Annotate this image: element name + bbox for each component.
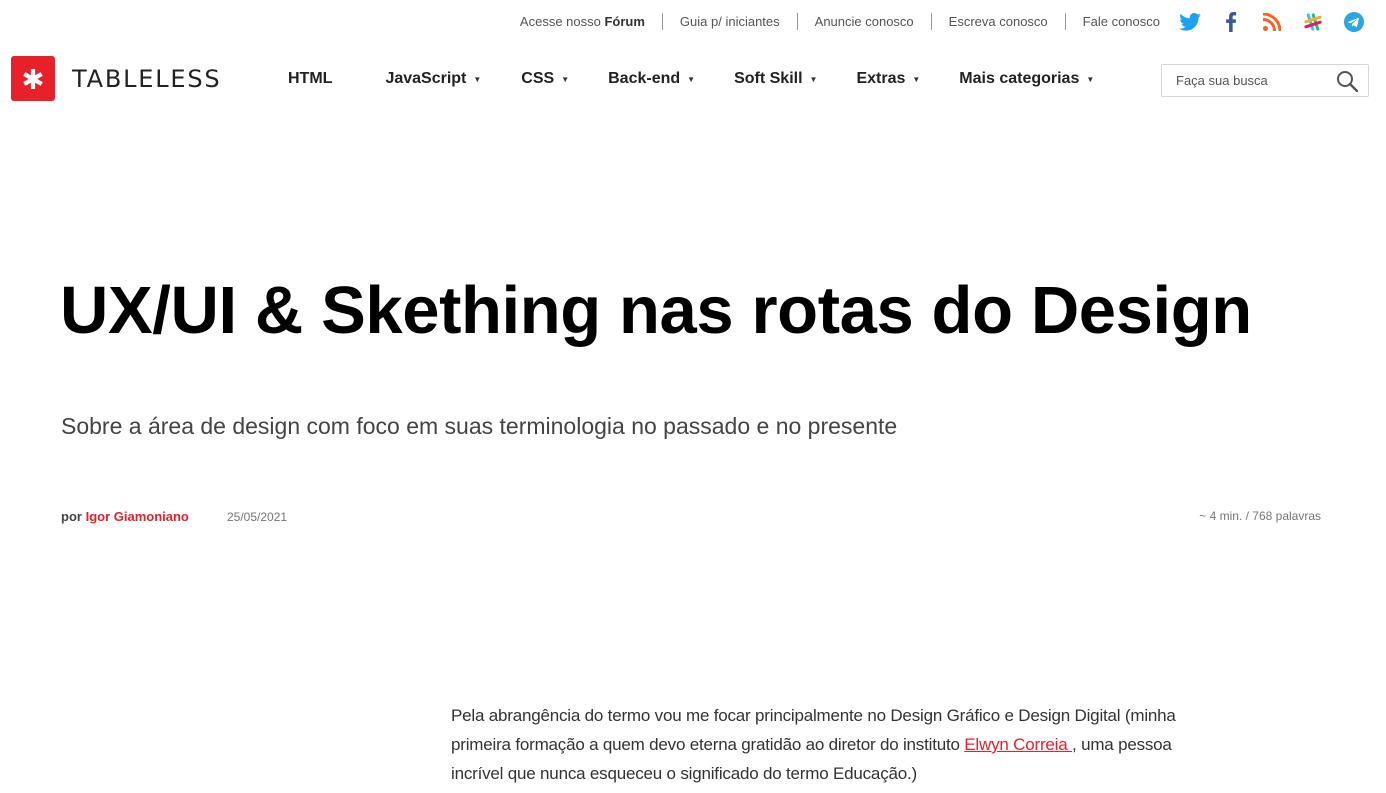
nav-item-label: JavaScript bbox=[385, 70, 467, 87]
reading-time: ~ 4 min. / 768 palavras bbox=[1199, 509, 1321, 523]
logo-text: TABLELESS bbox=[72, 64, 222, 93]
nav-item-javascript[interactable]: JavaScript ▼ bbox=[385, 70, 481, 88]
telegram-icon[interactable] bbox=[1342, 10, 1366, 34]
nav-item-label: Back-end bbox=[608, 70, 681, 87]
article-meta: por Igor Giamoniano 25/05/2021 ~ 4 min. … bbox=[61, 509, 1321, 527]
author-byline: por Igor Giamoniano bbox=[61, 509, 189, 524]
rss-icon[interactable] bbox=[1260, 10, 1284, 34]
search-input[interactable] bbox=[1162, 65, 1332, 96]
caret-down-icon: ▼ bbox=[473, 74, 482, 84]
advertise-link[interactable]: Anuncie conosco bbox=[796, 13, 931, 30]
facebook-icon[interactable] bbox=[1219, 10, 1243, 34]
elwyn-correia-link[interactable]: Elwyn Correia bbox=[964, 735, 1072, 754]
nav-item-css[interactable]: CSS ▼ bbox=[521, 70, 569, 88]
main-nav: HTML JavaScript ▼ CSS ▼ Back-end ▼ Soft Ski… bbox=[288, 56, 1094, 102]
search-box bbox=[1161, 64, 1369, 97]
forum-link[interactable]: Acesse nosso Fórum bbox=[503, 13, 662, 30]
nav-item-more-categories[interactable]: Mais categorias ▼ bbox=[959, 70, 1094, 88]
caret-down-icon: ▼ bbox=[809, 74, 818, 84]
social-icons bbox=[1178, 10, 1366, 34]
write-for-us-link[interactable]: Escreva conosco bbox=[930, 13, 1065, 30]
caret-down-icon: ▼ bbox=[561, 74, 570, 84]
asterisk-logo-icon bbox=[11, 56, 55, 101]
nav-item-label: HTML bbox=[288, 70, 333, 87]
contact-link[interactable]: Fale conosco bbox=[1064, 13, 1160, 30]
nav-item-extras[interactable]: Extras ▼ bbox=[856, 70, 920, 88]
nav-item-label: CSS bbox=[521, 70, 555, 87]
nav-item-back-end[interactable]: Back-end ▼ bbox=[608, 70, 695, 88]
caret-down-icon: ▼ bbox=[1086, 74, 1095, 84]
nav-item-label: Soft Skill bbox=[734, 70, 803, 87]
forum-link-strong: Fórum bbox=[604, 14, 645, 29]
site-logo[interactable]: TABLELESS bbox=[11, 56, 221, 101]
nav-item-soft-skill[interactable]: Soft Skill ▼ bbox=[734, 70, 817, 88]
article-subtitle: Sobre a área de design com foco em suas … bbox=[61, 413, 898, 439]
top-utility-bar: Acesse nosso Fórum Guia p/ iniciantes An… bbox=[0, 0, 1386, 42]
forum-link-prefix: Acesse nosso bbox=[519, 14, 605, 29]
caret-down-icon: ▼ bbox=[687, 74, 696, 84]
site-header: TABLELESS HTML JavaScript ▼ CSS ▼ Back-end… bbox=[0, 56, 1386, 102]
author-link[interactable]: Igor Giamoniano bbox=[86, 509, 189, 524]
slack-icon[interactable] bbox=[1301, 10, 1325, 34]
twitter-icon[interactable] bbox=[1178, 10, 1202, 34]
publish-date: 25/05/2021 bbox=[227, 510, 288, 524]
nav-item-label: Mais categorias bbox=[959, 70, 1080, 87]
article-title: UX/UI & Skething nas rotas do Design bbox=[60, 273, 1252, 348]
nav-item-html[interactable]: HTML bbox=[288, 70, 332, 88]
utility-links: Acesse nosso Fórum Guia p/ iniciantes An… bbox=[503, 13, 1160, 30]
caret-down-icon: ▼ bbox=[912, 74, 921, 84]
search-icon[interactable] bbox=[1336, 70, 1359, 93]
byline-prefix: por bbox=[61, 509, 82, 524]
nav-item-label: Extras bbox=[856, 70, 906, 87]
article-paragraph: Pela abrangência do termo vou me focar p… bbox=[451, 701, 1186, 788]
beginners-guide-link[interactable]: Guia p/ iniciantes bbox=[661, 13, 797, 30]
